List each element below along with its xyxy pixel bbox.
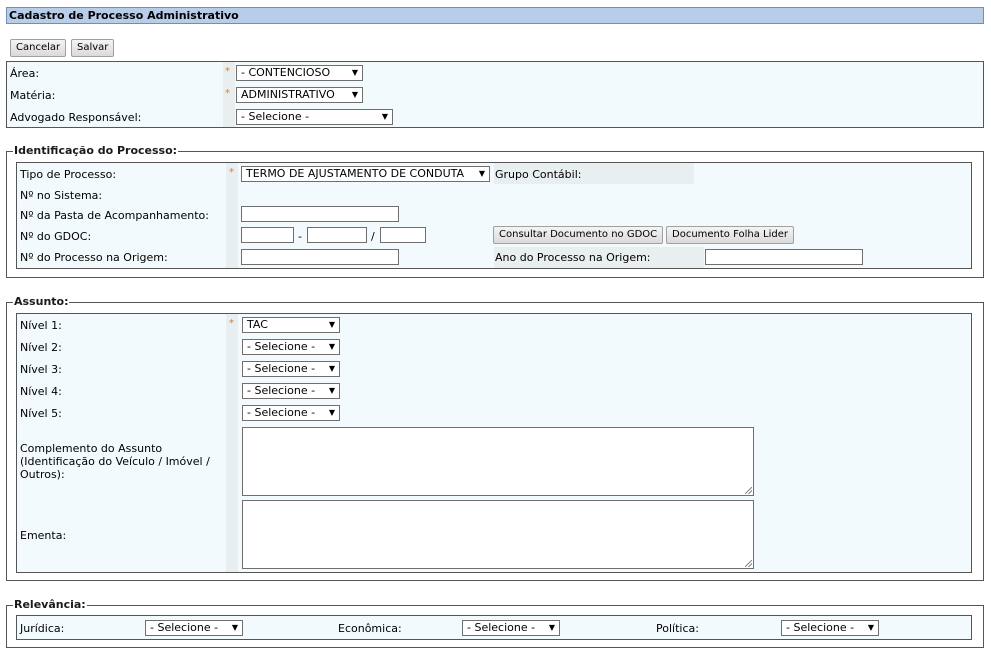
chevron-down-icon: ▼ (328, 320, 335, 329)
grupo-label: Grupo Contábil: (495, 168, 582, 181)
required-icon: * (229, 318, 234, 329)
gdoc-separator: / (371, 230, 375, 243)
juridica-label: Jurídica: (20, 622, 65, 635)
folha-lider-button[interactable]: Documento Folha Lider (666, 226, 795, 244)
origem-row: Nº do Processo na Origem: Ano do Process… (17, 247, 971, 268)
advogado-select[interactable]: - Selecione - ▼ (236, 109, 393, 125)
juridica-select[interactable]: - Selecione - ▼ (145, 620, 243, 636)
cancel-button[interactable]: Cancelar (10, 39, 67, 57)
gdoc-part2-input[interactable] (307, 227, 367, 243)
nivel2-select[interactable]: - Selecione - ▼ (242, 339, 340, 355)
relevancia-panel: Jurídica: - Selecione - ▼ Econômica: - S… (16, 615, 972, 640)
chevron-down-icon: ▼ (328, 364, 335, 373)
identificacao-legend: Identificação do Processo: (13, 144, 179, 157)
nivel3-row: Nível 3: - Selecione - ▼ (17, 359, 971, 380)
ementa-label: Ementa: (20, 529, 67, 542)
economica-label: Econômica: (338, 622, 402, 635)
chevron-down-icon: ▼ (548, 623, 555, 632)
general-fields-panel: Área: * - CONTENCIOSO ▼ Matéria: * ADMIN… (6, 61, 984, 128)
tipo-select[interactable]: TERMO DE AJUSTAMENTO DE CONDUTA ▼ (241, 166, 490, 182)
nivel3-select[interactable]: - Selecione - ▼ (242, 361, 340, 377)
origem-input[interactable] (241, 249, 399, 265)
gdoc-year-input[interactable] (380, 227, 426, 243)
chevron-down-icon: ▼ (328, 408, 335, 417)
resize-handle-icon[interactable] (745, 487, 752, 494)
area-label: Área: (10, 67, 40, 80)
origem-label: Nº do Processo na Origem: (20, 251, 168, 264)
ementa-row: Ementa: (17, 499, 971, 571)
chevron-down-icon: ▼ (328, 386, 335, 395)
save-button[interactable]: Salvar (71, 39, 115, 57)
gdoc-part1-input[interactable] (241, 227, 294, 243)
nivel3-label: Nível 3: (20, 363, 62, 376)
required-icon: * (225, 66, 230, 77)
nivel5-select[interactable]: - Selecione - ▼ (242, 405, 340, 421)
pasta-label: Nº da Pasta de Acompanhamento: (20, 209, 209, 222)
nivel1-select[interactable]: TAC ▼ (242, 317, 340, 333)
pasta-row: Nº da Pasta de Acompanhamento: (17, 205, 971, 226)
nivel5-label: Nível 5: (20, 407, 62, 420)
ano-input[interactable] (705, 249, 863, 265)
gdoc-separator: - (298, 230, 302, 243)
advogado-label: Advogado Responsável: (10, 111, 142, 124)
nivel4-select[interactable]: - Selecione - ▼ (242, 383, 340, 399)
resize-handle-icon[interactable] (745, 560, 752, 567)
materia-row: Matéria: * ADMINISTRATIVO ▼ (7, 85, 983, 106)
chevron-down-icon: ▼ (867, 623, 874, 632)
sistema-label: Nº no Sistema: (20, 189, 103, 202)
nivel1-row: Nível 1: * TAC ▼ (17, 315, 971, 336)
tipo-row: Tipo de Processo: * TERMO DE AJUSTAMENTO… (17, 164, 971, 185)
economica-select[interactable]: - Selecione - ▼ (462, 620, 560, 636)
politica-label: Política: (656, 622, 699, 635)
required-icon: * (229, 167, 234, 178)
consultar-gdoc-button[interactable]: Consultar Documento no GDOC (493, 226, 664, 244)
required-icon: * (225, 88, 230, 99)
nivel5-row: Nível 5: - Selecione - ▼ (17, 403, 971, 424)
complemento-label: Complemento do Assunto (Identificação do… (20, 442, 210, 481)
assunto-panel: Nível 1: * TAC ▼ Nível 2: - Selecione - … (16, 313, 972, 573)
chevron-down-icon: ▼ (231, 623, 238, 632)
tipo-label: Tipo de Processo: (20, 168, 117, 181)
gdoc-label: Nº do GDOC: (20, 230, 92, 243)
ementa-textarea[interactable] (242, 500, 754, 569)
sistema-row: Nº no Sistema: (17, 185, 971, 206)
identificacao-panel: Tipo de Processo: * TERMO DE AJUSTAMENTO… (16, 162, 972, 269)
nivel2-label: Nível 2: (20, 341, 62, 354)
chevron-down-icon: ▼ (478, 169, 485, 178)
nivel4-label: Nível 4: (20, 385, 62, 398)
area-row: Área: * - CONTENCIOSO ▼ (7, 63, 983, 84)
nivel1-label: Nível 1: (20, 319, 62, 332)
materia-select[interactable]: ADMINISTRATIVO ▼ (236, 87, 363, 103)
materia-label: Matéria: (10, 89, 56, 102)
politica-select[interactable]: - Selecione - ▼ (781, 620, 879, 636)
relevancia-legend: Relevância: (13, 598, 87, 611)
ano-label: Ano do Processo na Origem: (495, 251, 651, 264)
area-select[interactable]: - CONTENCIOSO ▼ (236, 65, 363, 81)
chevron-down-icon: ▼ (328, 342, 335, 351)
chevron-down-icon: ▼ (351, 90, 358, 99)
complemento-row: Complemento do Assunto (Identificação do… (17, 425, 971, 497)
assunto-legend: Assunto: (13, 295, 70, 308)
advogado-row: Advogado Responsável: - Selecione - ▼ (7, 107, 983, 128)
complemento-textarea[interactable] (242, 427, 754, 496)
gdoc-row: Nº do GDOC: - / Consultar Documento no G… (17, 226, 971, 247)
page-title: Cadastro de Processo Administrativo (6, 7, 984, 24)
pasta-input[interactable] (241, 206, 399, 222)
chevron-down-icon: ▼ (351, 68, 358, 77)
nivel2-row: Nível 2: - Selecione - ▼ (17, 337, 971, 358)
chevron-down-icon: ▼ (381, 112, 388, 121)
nivel4-row: Nível 4: - Selecione - ▼ (17, 381, 971, 402)
